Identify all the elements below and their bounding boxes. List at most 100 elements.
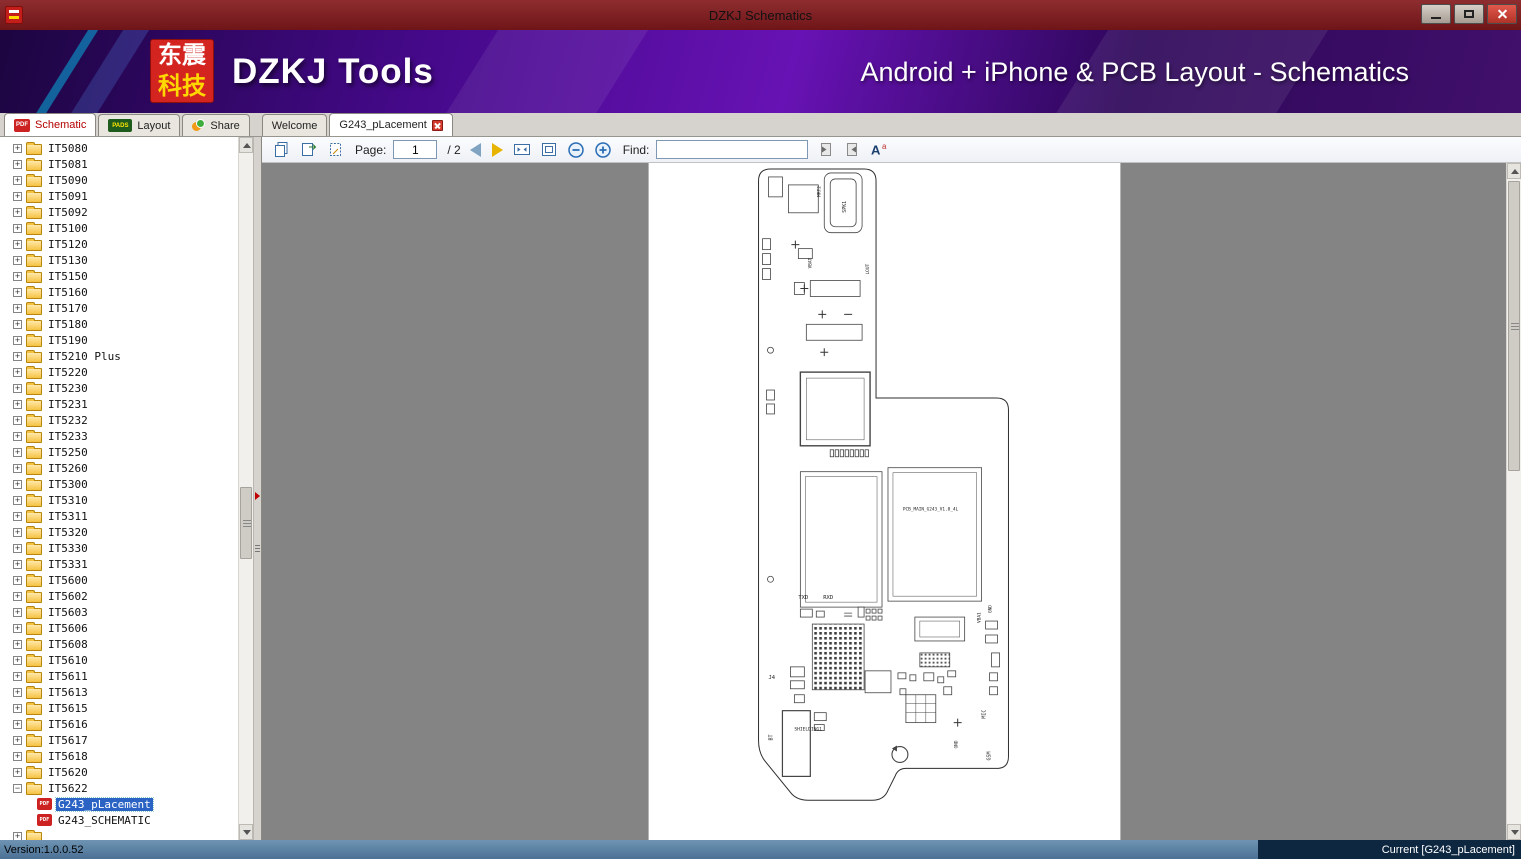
- tree-folder-row[interactable]: + IT5210 Plus: [0, 348, 238, 364]
- expand-icon[interactable]: +: [13, 543, 22, 553]
- minimize-button[interactable]: [1421, 4, 1451, 24]
- tree-folder-row[interactable]: + IT5081: [0, 156, 238, 172]
- tree-folder-row[interactable]: + IT5232: [0, 412, 238, 428]
- expand-icon[interactable]: +: [13, 335, 22, 345]
- tree-folder-row[interactable]: + IT5120: [0, 236, 238, 252]
- expand-icon[interactable]: +: [13, 831, 22, 840]
- expand-icon[interactable]: +: [13, 623, 22, 633]
- tree-folder-row[interactable]: + IT5616: [0, 716, 238, 732]
- expand-icon[interactable]: +: [13, 639, 22, 649]
- fit-width-icon[interactable]: [512, 140, 532, 160]
- expand-icon[interactable]: +: [13, 431, 22, 441]
- expand-icon[interactable]: +: [13, 767, 22, 777]
- expand-icon[interactable]: +: [13, 143, 22, 153]
- tree-folder-row[interactable]: + IT5618: [0, 748, 238, 764]
- expand-icon[interactable]: +: [13, 367, 22, 377]
- expand-icon[interactable]: +: [13, 415, 22, 425]
- tree-folder-row[interactable]: + IT5091: [0, 188, 238, 204]
- tree-folder-row[interactable]: + IT5615: [0, 700, 238, 716]
- tree-folder-row[interactable]: + IT5150: [0, 268, 238, 284]
- zoom-out-icon[interactable]: [566, 140, 586, 160]
- previous-page-icon[interactable]: [469, 142, 481, 157]
- tree-scrollbar[interactable]: [238, 137, 253, 840]
- tree-scroll-thumb[interactable]: [240, 487, 252, 559]
- expand-icon[interactable]: +: [13, 271, 22, 281]
- tree-folder-row[interactable]: + IT5190: [0, 332, 238, 348]
- close-tab-icon[interactable]: [431, 119, 443, 131]
- font-size-icon[interactable]: A a: [869, 140, 889, 160]
- expand-icon[interactable]: +: [13, 175, 22, 185]
- page-input[interactable]: [393, 140, 438, 159]
- document-viewer[interactable]: PCB_MAIN_G243_V1.0_4L TXD RXD SHIELDING1…: [262, 163, 1521, 840]
- tab-layout[interactable]: PADS Layout: [98, 114, 181, 136]
- expand-icon[interactable]: +: [13, 255, 22, 265]
- tab-schematic[interactable]: PDF Schematic: [4, 113, 97, 136]
- tree-folder-row[interactable]: +: [0, 828, 238, 840]
- fit-page-icon[interactable]: [539, 140, 559, 160]
- zoom-in-icon[interactable]: [593, 140, 613, 160]
- tree-file-row[interactable]: PDF G243_SCHEMATIC: [0, 812, 238, 828]
- expand-icon[interactable]: +: [13, 735, 22, 745]
- tree-folder-row[interactable]: + IT5220: [0, 364, 238, 380]
- expand-icon[interactable]: +: [13, 479, 22, 489]
- tree-folder-row[interactable]: + IT5100: [0, 220, 238, 236]
- tree-folder-row[interactable]: + IT5606: [0, 620, 238, 636]
- tree-folder-row[interactable]: + IT5331: [0, 556, 238, 572]
- expand-icon[interactable]: +: [13, 527, 22, 537]
- expand-icon[interactable]: +: [13, 287, 22, 297]
- expand-icon[interactable]: +: [13, 191, 22, 201]
- tree-folder-row[interactable]: − IT5622: [0, 780, 238, 796]
- tree-file-row[interactable]: PDF G243_pLacement: [0, 796, 238, 812]
- viewer-scrollbar[interactable]: [1506, 163, 1521, 840]
- next-page-icon[interactable]: [491, 142, 503, 157]
- expand-icon[interactable]: +: [13, 511, 22, 521]
- tree-folder-row[interactable]: + IT5160: [0, 284, 238, 300]
- tree-folder-row[interactable]: + IT5600: [0, 572, 238, 588]
- scroll-down-icon[interactable]: [1507, 824, 1521, 840]
- scroll-up-icon[interactable]: [1507, 163, 1521, 179]
- expand-icon[interactable]: +: [13, 207, 22, 217]
- tree-folder-row[interactable]: + IT5080: [0, 140, 238, 156]
- panel-splitter[interactable]: [253, 137, 261, 840]
- expand-icon[interactable]: +: [13, 607, 22, 617]
- tree-folder-row[interactable]: + IT5330: [0, 540, 238, 556]
- tree-folder-row[interactable]: + IT5603: [0, 604, 238, 620]
- tree-folder-row[interactable]: + IT5300: [0, 476, 238, 492]
- copy-page-icon[interactable]: [298, 140, 318, 160]
- tree-folder-row[interactable]: + IT5310: [0, 492, 238, 508]
- find-input[interactable]: [656, 140, 809, 159]
- collapse-arrow-icon[interactable]: [255, 492, 260, 500]
- clipboard-icon[interactable]: [271, 140, 291, 160]
- expand-icon[interactable]: +: [13, 751, 22, 761]
- tree-folder-row[interactable]: + IT5170: [0, 300, 238, 316]
- maximize-button[interactable]: [1454, 4, 1484, 24]
- tree-folder-row[interactable]: + IT5320: [0, 524, 238, 540]
- tree-folder-row[interactable]: + IT5620: [0, 764, 238, 780]
- tab-share[interactable]: Share: [182, 114, 250, 136]
- tree-folder-row[interactable]: + IT5608: [0, 636, 238, 652]
- expand-icon[interactable]: +: [13, 351, 22, 361]
- tree-folder-row[interactable]: + IT5090: [0, 172, 238, 188]
- expand-icon[interactable]: +: [13, 495, 22, 505]
- expand-icon[interactable]: +: [13, 719, 22, 729]
- expand-icon[interactable]: +: [13, 671, 22, 681]
- tree-folder-row[interactable]: + IT5233: [0, 428, 238, 444]
- expand-icon[interactable]: +: [13, 655, 22, 665]
- tree-folder-row[interactable]: + IT5311: [0, 508, 238, 524]
- tree-folder-row[interactable]: + IT5180: [0, 316, 238, 332]
- find-next-icon[interactable]: [842, 140, 862, 160]
- tree-folder-row[interactable]: + IT5610: [0, 652, 238, 668]
- viewer-scroll-thumb[interactable]: [1508, 181, 1520, 471]
- expand-icon[interactable]: +: [13, 463, 22, 473]
- expand-icon[interactable]: +: [13, 223, 22, 233]
- tree-folder-row[interactable]: + IT5092: [0, 204, 238, 220]
- tree-folder-row[interactable]: + IT5602: [0, 588, 238, 604]
- expand-icon[interactable]: +: [13, 303, 22, 313]
- scroll-up-icon[interactable]: [239, 137, 253, 153]
- tab-welcome[interactable]: Welcome: [261, 114, 328, 136]
- expand-icon[interactable]: +: [13, 159, 22, 169]
- expand-icon[interactable]: +: [13, 447, 22, 457]
- snapshot-icon[interactable]: [325, 140, 345, 160]
- expand-icon[interactable]: +: [13, 687, 22, 697]
- expand-icon[interactable]: +: [13, 239, 22, 249]
